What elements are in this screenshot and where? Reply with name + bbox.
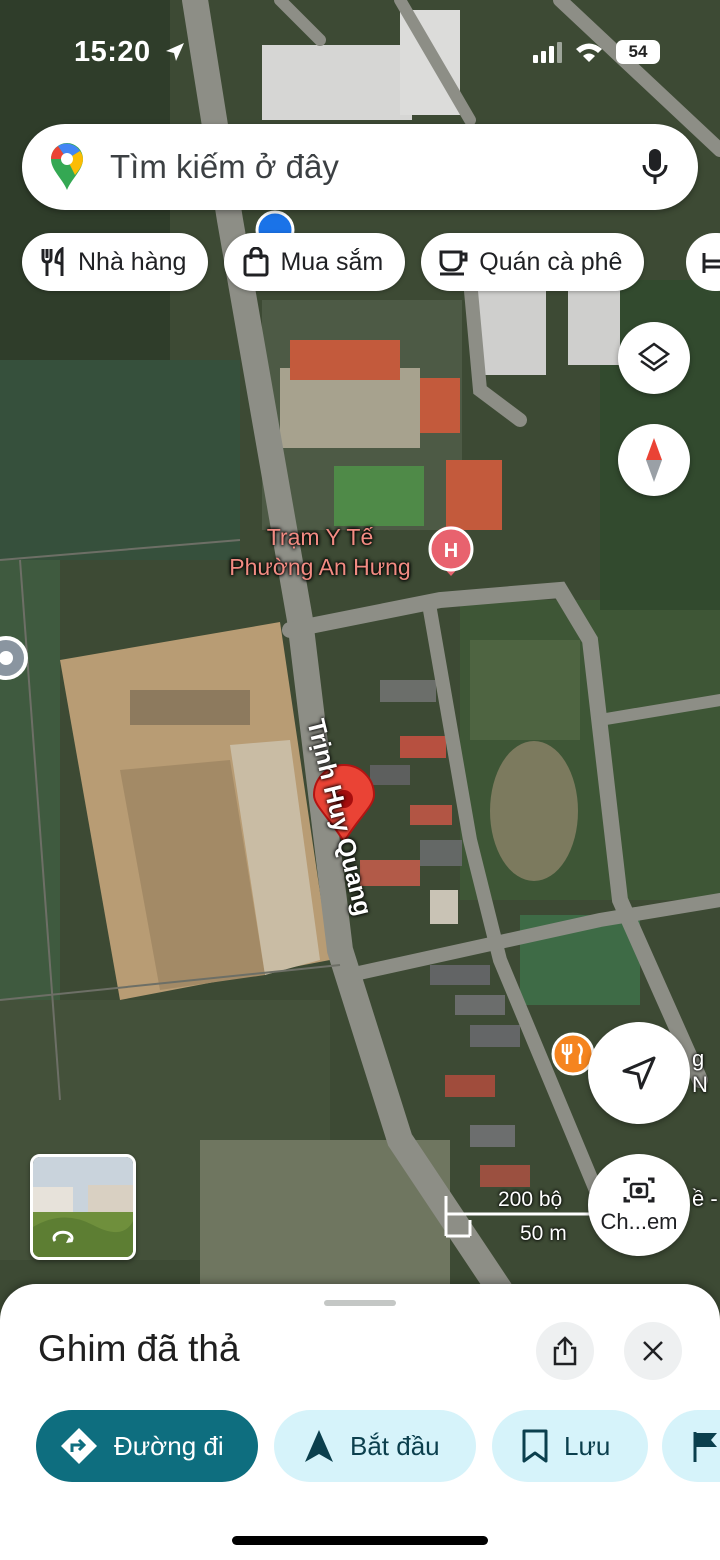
home-indicator[interactable] xyxy=(232,1536,488,1545)
scale-feet-label: 200 bộ xyxy=(498,1188,563,1211)
compass-icon xyxy=(646,438,662,482)
search-bar[interactable] xyxy=(22,124,698,210)
directions-icon xyxy=(61,1428,97,1464)
label-button-partial[interactable] xyxy=(662,1410,720,1482)
sheet-drag-handle[interactable] xyxy=(324,1300,396,1306)
battery-indicator: 54 xyxy=(616,40,660,64)
category-chips: Nhà hàng Mua sắm Quán cà phê xyxy=(22,233,645,291)
close-button[interactable] xyxy=(624,1322,682,1380)
restaurant-marker-icon xyxy=(551,1032,595,1076)
microphone-icon[interactable] xyxy=(642,148,668,186)
navigation-arrow-icon xyxy=(622,1056,656,1090)
flag-icon xyxy=(693,1432,717,1462)
start-button[interactable]: Bắt đầu xyxy=(274,1410,476,1482)
directions-label: Đường đi xyxy=(114,1430,224,1461)
share-button[interactable] xyxy=(536,1322,594,1380)
scale-meters-label: 50 m xyxy=(520,1222,567,1245)
signal-icon xyxy=(533,42,562,63)
sheet-title: Ghim đã thả xyxy=(38,1328,240,1369)
street-view-thumbnail[interactable] xyxy=(30,1154,136,1260)
camera-search-button[interactable]: Ch...em xyxy=(588,1154,690,1256)
camera-icon xyxy=(623,1177,655,1203)
status-time: 15:20 xyxy=(74,36,151,68)
street-view-image xyxy=(33,1157,133,1257)
place-bottom-sheet[interactable]: Ghim đã thả Đường đi Bắt đầu Lưu xyxy=(0,1284,720,1560)
status-icons: 54 xyxy=(532,40,660,64)
restaurant-icon xyxy=(41,247,64,276)
close-icon xyxy=(643,1341,663,1361)
layers-icon xyxy=(637,342,671,372)
poi-label-line-2: Phường An Hưng xyxy=(229,554,411,580)
chip-label: Mua sắm xyxy=(280,247,384,276)
chip-restaurants[interactable]: Nhà hàng xyxy=(22,233,209,291)
bed-icon xyxy=(702,253,720,273)
chip-coffee[interactable]: Quán cà phê xyxy=(421,233,645,291)
cut-map-label: ề - xyxy=(692,1186,718,1211)
start-label: Bắt đầu xyxy=(350,1430,440,1461)
bookmark-icon xyxy=(522,1429,548,1463)
hospital-marker-letter: H xyxy=(444,540,458,562)
search-input[interactable] xyxy=(108,147,612,187)
coffee-cup-icon xyxy=(439,250,468,276)
cut-map-label: g N xyxy=(692,1046,708,1097)
chip-label: Nhà hàng xyxy=(78,247,187,276)
layers-button[interactable] xyxy=(618,322,690,394)
camera-button-label: Ch...em xyxy=(600,1209,678,1234)
google-maps-logo-icon xyxy=(51,143,83,190)
poi-label-line-1: Trạm Y Tế xyxy=(266,524,374,550)
poi-label-medical-station[interactable]: Trạm Y Tế Phường An Hưng xyxy=(220,522,420,582)
save-button[interactable]: Lưu xyxy=(492,1410,648,1482)
directions-button[interactable]: Đường đi xyxy=(36,1410,258,1482)
action-buttons: Đường đi Bắt đầu Lưu xyxy=(36,1410,648,1482)
shopping-bag-icon xyxy=(243,247,269,277)
save-label: Lưu xyxy=(564,1430,611,1461)
offscreen-marker-icon xyxy=(0,636,28,680)
share-icon xyxy=(553,1336,577,1366)
wifi-icon xyxy=(576,43,602,62)
location-arrow-icon xyxy=(166,43,184,61)
chip-label: Quán cà phê xyxy=(479,247,623,276)
my-location-button[interactable] xyxy=(588,1022,690,1124)
navigation-arrow-icon xyxy=(305,1430,333,1462)
compass-button[interactable] xyxy=(618,424,690,496)
chip-shopping[interactable]: Mua sắm xyxy=(224,233,406,291)
